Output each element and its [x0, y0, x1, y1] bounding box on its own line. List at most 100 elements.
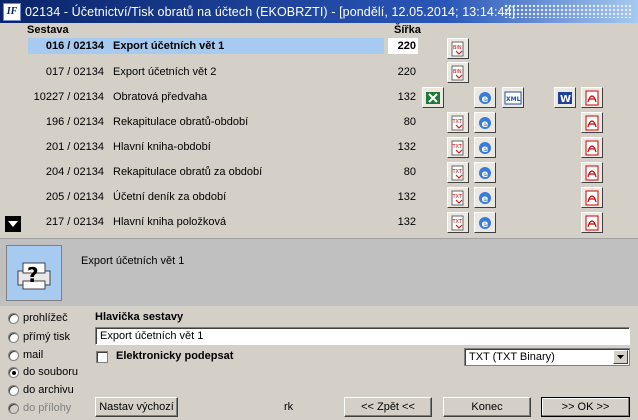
- report-row[interactable]: 196 / 02134 Rekapitulace obratů-období 8…: [0, 111, 638, 134]
- txt-export-icon[interactable]: TXT: [447, 187, 469, 208]
- pdf-icon[interactable]: [581, 162, 603, 183]
- ie-browser-icon[interactable]: e: [474, 137, 496, 158]
- txt-export-icon[interactable]: TXT: [447, 137, 469, 158]
- ie-browser-icon[interactable]: e: [474, 87, 496, 108]
- report-width: 132: [397, 91, 416, 103]
- svg-text:W: W: [560, 94, 571, 105]
- svg-text:TXT: TXT: [452, 119, 463, 125]
- report-name: Rekapitulace obratů-období: [113, 116, 249, 128]
- rk-label: rk: [284, 401, 294, 413]
- svg-text:TXT: TXT: [452, 144, 463, 150]
- report-name: Účetní deník za období: [113, 191, 227, 203]
- radio-button: [8, 402, 19, 414]
- output-option-file[interactable]: do souboru: [8, 366, 78, 378]
- svg-text:e: e: [482, 219, 489, 230]
- report-header-input[interactable]: Export účetních vět 1: [95, 327, 630, 345]
- ie-browser-icon[interactable]: e: [474, 212, 496, 233]
- ie-browser-icon[interactable]: e: [474, 162, 496, 183]
- sign-checkbox[interactable]: [96, 351, 108, 363]
- txt-export-icon[interactable]: TXT: [447, 162, 469, 183]
- svg-text:e: e: [482, 94, 489, 105]
- ie-browser-icon[interactable]: e: [474, 112, 496, 133]
- pdf-icon[interactable]: [581, 137, 603, 158]
- report-width: 80: [403, 166, 416, 178]
- radio-label: do souboru: [23, 366, 79, 378]
- radio-button[interactable]: [8, 366, 19, 378]
- pdf-icon[interactable]: [581, 212, 603, 233]
- radio-label: do přílohy: [23, 402, 72, 414]
- report-row[interactable]: 205 / 02134 Účetní deník za období 132 T…: [0, 186, 638, 209]
- svg-text:TXT: TXT: [452, 219, 463, 225]
- radio-button[interactable]: [8, 349, 19, 361]
- report-row[interactable]: 10227 / 02134 Obratová předvaha 132 e XM…: [0, 86, 638, 109]
- report-name: Rekapitulace obratů za období: [113, 166, 263, 178]
- app-logo-icon: IF: [3, 2, 21, 21]
- report-width: 132: [397, 141, 416, 153]
- report-width: 132: [397, 216, 416, 228]
- report-name: Obratová předvaha: [113, 91, 208, 103]
- report-number: 10227 / 02134: [33, 91, 104, 103]
- svg-text:TXT: TXT: [452, 194, 463, 200]
- output-option-mail[interactable]: mail: [8, 349, 43, 361]
- title-bar-pattern: [504, 4, 632, 18]
- window-title: 02134 - Účetnictví/Tisk obratů na účtech…: [25, 4, 516, 19]
- svg-text:?: ?: [27, 263, 39, 287]
- format-select[interactable]: TXT (TXT Binary): [464, 348, 630, 366]
- radio-label: prohlížeč: [23, 312, 68, 324]
- svg-text:BIN: BIN: [453, 45, 462, 51]
- bin-export-icon[interactable]: BIN: [447, 38, 469, 59]
- report-description-panel: ? Export účetních vět 1: [0, 238, 638, 306]
- report-number: 017 / 02134: [45, 66, 104, 78]
- report-list: Sestava Šířka 016 / 02134 Export účetníc…: [0, 23, 638, 238]
- output-option-archive[interactable]: do archivu: [8, 384, 74, 396]
- bin-export-icon[interactable]: BIN: [447, 62, 469, 83]
- xml-icon[interactable]: XML: [502, 87, 524, 108]
- scroll-down-arrow-icon[interactable]: [5, 216, 21, 232]
- radio-button[interactable]: [8, 312, 19, 324]
- svg-text:TXT: TXT: [452, 169, 463, 175]
- column-header-width: Šířka: [394, 24, 421, 36]
- svg-text:e: e: [482, 194, 489, 205]
- radio-button[interactable]: [8, 384, 19, 396]
- report-number: 204 / 02134: [45, 166, 104, 178]
- ok-button[interactable]: >> OK >>: [541, 397, 630, 417]
- back-button[interactable]: << Zpět <<: [344, 397, 432, 417]
- word-icon[interactable]: W: [554, 87, 576, 108]
- chevron-down-icon[interactable]: [613, 350, 628, 364]
- report-description: Export účetních vět 1: [81, 255, 185, 267]
- report-row[interactable]: 217 / 02134 Hlavní kniha položková 132 T…: [0, 211, 638, 234]
- report-name: Export účetních vět 2: [113, 66, 217, 78]
- report-print-window: IF 02134 - Účetnictví/Tisk obratů na účt…: [0, 0, 638, 420]
- report-number: 205 / 02134: [45, 191, 104, 203]
- report-row[interactable]: 204 / 02134 Rekapitulace obratů za obdob…: [0, 161, 638, 184]
- txt-export-icon[interactable]: TXT: [447, 112, 469, 133]
- svg-text:e: e: [482, 169, 489, 180]
- excel-icon[interactable]: [422, 87, 444, 108]
- pdf-icon[interactable]: [581, 87, 603, 108]
- svg-text:e: e: [482, 144, 489, 155]
- sign-label: Elektronicky podepsat: [116, 350, 234, 362]
- column-header-report: Sestava: [27, 24, 69, 36]
- report-name: Hlavní kniha-období: [113, 141, 211, 153]
- report-number: 196 / 02134: [45, 116, 104, 128]
- printer-question-icon: ?: [6, 245, 62, 301]
- report-number: 016 / 02134: [45, 40, 104, 52]
- report-row[interactable]: 016 / 02134 Export účetních vět 1 220 BI…: [0, 37, 638, 60]
- header-label: Hlavička sestavy: [95, 311, 184, 323]
- format-select-value: TXT (TXT Binary): [469, 351, 555, 363]
- reset-defaults-button[interactable]: Nastav výchozí: [95, 397, 178, 417]
- ie-browser-icon[interactable]: e: [474, 187, 496, 208]
- title-bar[interactable]: IF 02134 - Účetnictví/Tisk obratů na účt…: [0, 0, 638, 23]
- report-width: 80: [403, 116, 416, 128]
- report-number: 201 / 02134: [45, 141, 104, 153]
- radio-label: do archivu: [23, 384, 74, 396]
- report-row[interactable]: 201 / 02134 Hlavní kniha-období 132 TXT …: [0, 136, 638, 159]
- output-option-direct-print[interactable]: přímý tisk: [8, 331, 70, 343]
- radio-button[interactable]: [8, 331, 19, 343]
- pdf-icon[interactable]: [581, 187, 603, 208]
- end-button[interactable]: Konec: [443, 397, 531, 417]
- pdf-icon[interactable]: [581, 112, 603, 133]
- report-row[interactable]: 017 / 02134 Export účetních vět 2 220 BI…: [0, 61, 638, 84]
- txt-export-icon[interactable]: TXT: [447, 212, 469, 233]
- output-option-viewer[interactable]: prohlížeč: [8, 312, 68, 324]
